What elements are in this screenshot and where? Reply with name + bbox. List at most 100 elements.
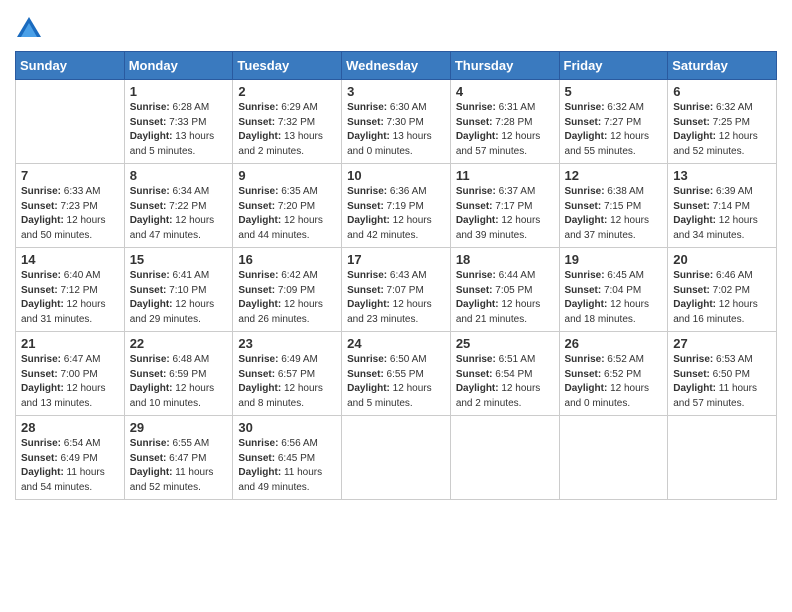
calendar-cell: 9 Sunrise: 6:35 AMSunset: 7:20 PMDaylight… bbox=[233, 164, 342, 248]
day-info: Sunrise: 6:45 AMSunset: 7:04 PMDaylight:… bbox=[565, 269, 663, 327]
weekday-header-saturday: Saturday bbox=[668, 52, 777, 80]
day-info: Sunrise: 6:49 AMSunset: 6:57 PMDaylight:… bbox=[238, 353, 336, 411]
day-info: Sunrise: 6:43 AMSunset: 7:07 PMDaylight:… bbox=[347, 269, 445, 327]
calendar-cell: 4 Sunrise: 6:31 AMSunset: 7:28 PMDaylight… bbox=[450, 80, 559, 164]
calendar-cell: 24Sunrise: 6:50 AMSunset: 6:55 PMDayligh… bbox=[342, 332, 451, 416]
day-number: 14 bbox=[21, 252, 119, 267]
calendar-cell: 5 Sunrise: 6:32 AMSunset: 7:27 PMDaylight… bbox=[559, 80, 668, 164]
day-number: 13 bbox=[673, 168, 771, 183]
calendar-cell: 8 Sunrise: 6:34 AMSunset: 7:22 PMDaylight… bbox=[124, 164, 233, 248]
day-info: Sunrise: 6:36 AMSunset: 7:19 PMDaylight:… bbox=[347, 185, 445, 243]
calendar-cell: 28 Sunrise: 6:54 AMSunset: 6:49 PMDayligh… bbox=[16, 416, 125, 500]
calendar-header-row: SundayMondayTuesdayWednesdayThursdayFrid… bbox=[16, 52, 777, 80]
day-number: 3 bbox=[347, 84, 445, 99]
day-number: 12 bbox=[565, 168, 663, 183]
calendar: SundayMondayTuesdayWednesdayThursdayFrid… bbox=[15, 51, 777, 500]
day-info: Sunrise: 6:32 AMSunset: 7:27 PMDaylight:… bbox=[565, 101, 663, 159]
calendar-cell bbox=[16, 80, 125, 164]
day-number: 30 bbox=[238, 420, 336, 435]
calendar-cell: 11 Sunrise: 6:37 AMSunset: 7:17 PMDayligh… bbox=[450, 164, 559, 248]
day-info: Sunrise: 6:37 AMSunset: 7:17 PMDaylight:… bbox=[456, 185, 554, 243]
day-number: 29 bbox=[130, 420, 228, 435]
calendar-cell: 26 Sunrise: 6:52 AMSunset: 6:52 PMDayligh… bbox=[559, 332, 668, 416]
day-info: Sunrise: 6:55 AMSunset: 6:47 PMDaylight:… bbox=[130, 437, 228, 495]
calendar-cell bbox=[342, 416, 451, 500]
page-header bbox=[15, 10, 777, 43]
calendar-cell: 3 Sunrise: 6:30 AMSunset: 7:30 PMDaylight… bbox=[342, 80, 451, 164]
day-number: 1 bbox=[130, 84, 228, 99]
day-info: Sunrise: 6:35 AMSunset: 7:20 PMDaylight:… bbox=[238, 185, 336, 243]
calendar-cell: 27 Sunrise: 6:53 AMSunset: 6:50 PMDayligh… bbox=[668, 332, 777, 416]
week-row-2: 7Sunrise: 6:33 AMSunset: 7:23 PMDaylight… bbox=[16, 164, 777, 248]
calendar-cell: 18Sunrise: 6:44 AMSunset: 7:05 PMDayligh… bbox=[450, 248, 559, 332]
calendar-cell: 15 Sunrise: 6:41 AMSunset: 7:10 PMDayligh… bbox=[124, 248, 233, 332]
calendar-cell: 19Sunrise: 6:45 AMSunset: 7:04 PMDayligh… bbox=[559, 248, 668, 332]
day-info: Sunrise: 6:30 AMSunset: 7:30 PMDaylight:… bbox=[347, 101, 445, 159]
day-info: Sunrise: 6:54 AMSunset: 6:49 PMDaylight:… bbox=[21, 437, 119, 495]
day-number: 15 bbox=[130, 252, 228, 267]
weekday-header-friday: Friday bbox=[559, 52, 668, 80]
calendar-cell: 14 Sunrise: 6:40 AMSunset: 7:12 PMDayligh… bbox=[16, 248, 125, 332]
calendar-cell: 6Sunrise: 6:32 AMSunset: 7:25 PMDaylight… bbox=[668, 80, 777, 164]
calendar-cell: 20 Sunrise: 6:46 AMSunset: 7:02 PMDayligh… bbox=[668, 248, 777, 332]
day-info: Sunrise: 6:52 AMSunset: 6:52 PMDaylight:… bbox=[565, 353, 663, 411]
weekday-header-wednesday: Wednesday bbox=[342, 52, 451, 80]
day-info: Sunrise: 6:34 AMSunset: 7:22 PMDaylight:… bbox=[130, 185, 228, 243]
calendar-cell: 17 Sunrise: 6:43 AMSunset: 7:07 PMDayligh… bbox=[342, 248, 451, 332]
weekday-header-monday: Monday bbox=[124, 52, 233, 80]
day-info: Sunrise: 6:44 AMSunset: 7:05 PMDaylight:… bbox=[456, 269, 554, 327]
day-info: Sunrise: 6:53 AMSunset: 6:50 PMDaylight:… bbox=[673, 353, 771, 411]
day-number: 27 bbox=[673, 336, 771, 351]
day-number: 24 bbox=[347, 336, 445, 351]
day-info: Sunrise: 6:28 AMSunset: 7:33 PMDaylight:… bbox=[130, 101, 228, 159]
day-number: 28 bbox=[21, 420, 119, 435]
day-number: 2 bbox=[238, 84, 336, 99]
day-number: 23 bbox=[238, 336, 336, 351]
day-number: 5 bbox=[565, 84, 663, 99]
day-number: 17 bbox=[347, 252, 445, 267]
day-number: 7 bbox=[21, 168, 119, 183]
weekday-header-thursday: Thursday bbox=[450, 52, 559, 80]
calendar-cell bbox=[450, 416, 559, 500]
day-number: 22 bbox=[130, 336, 228, 351]
day-info: Sunrise: 6:47 AMSunset: 7:00 PMDaylight:… bbox=[21, 353, 119, 411]
day-info: Sunrise: 6:40 AMSunset: 7:12 PMDaylight:… bbox=[21, 269, 119, 327]
calendar-cell: 25 Sunrise: 6:51 AMSunset: 6:54 PMDayligh… bbox=[450, 332, 559, 416]
day-number: 11 bbox=[456, 168, 554, 183]
calendar-cell: 22 Sunrise: 6:48 AMSunset: 6:59 PMDayligh… bbox=[124, 332, 233, 416]
day-number: 9 bbox=[238, 168, 336, 183]
calendar-cell: 29 Sunrise: 6:55 AMSunset: 6:47 PMDayligh… bbox=[124, 416, 233, 500]
calendar-cell: 7Sunrise: 6:33 AMSunset: 7:23 PMDaylight… bbox=[16, 164, 125, 248]
weekday-header-sunday: Sunday bbox=[16, 52, 125, 80]
calendar-cell: 16Sunrise: 6:42 AMSunset: 7:09 PMDayligh… bbox=[233, 248, 342, 332]
day-info: Sunrise: 6:39 AMSunset: 7:14 PMDaylight:… bbox=[673, 185, 771, 243]
day-info: Sunrise: 6:51 AMSunset: 6:54 PMDaylight:… bbox=[456, 353, 554, 411]
calendar-cell: 13 Sunrise: 6:39 AMSunset: 7:14 PMDayligh… bbox=[668, 164, 777, 248]
calendar-cell: 12Sunrise: 6:38 AMSunset: 7:15 PMDayligh… bbox=[559, 164, 668, 248]
day-info: Sunrise: 6:46 AMSunset: 7:02 PMDaylight:… bbox=[673, 269, 771, 327]
calendar-cell: 21 Sunrise: 6:47 AMSunset: 7:00 PMDayligh… bbox=[16, 332, 125, 416]
day-info: Sunrise: 6:32 AMSunset: 7:25 PMDaylight:… bbox=[673, 101, 771, 159]
day-info: Sunrise: 6:48 AMSunset: 6:59 PMDaylight:… bbox=[130, 353, 228, 411]
logo bbox=[15, 15, 47, 43]
logo-icon bbox=[15, 15, 43, 43]
day-number: 4 bbox=[456, 84, 554, 99]
week-row-4: 21 Sunrise: 6:47 AMSunset: 7:00 PMDayligh… bbox=[16, 332, 777, 416]
day-number: 10 bbox=[347, 168, 445, 183]
week-row-3: 14 Sunrise: 6:40 AMSunset: 7:12 PMDayligh… bbox=[16, 248, 777, 332]
calendar-cell bbox=[559, 416, 668, 500]
day-info: Sunrise: 6:42 AMSunset: 7:09 PMDaylight:… bbox=[238, 269, 336, 327]
day-info: Sunrise: 6:31 AMSunset: 7:28 PMDaylight:… bbox=[456, 101, 554, 159]
day-info: Sunrise: 6:41 AMSunset: 7:10 PMDaylight:… bbox=[130, 269, 228, 327]
day-number: 26 bbox=[565, 336, 663, 351]
calendar-cell: 23 Sunrise: 6:49 AMSunset: 6:57 PMDayligh… bbox=[233, 332, 342, 416]
day-number: 25 bbox=[456, 336, 554, 351]
day-info: Sunrise: 6:29 AMSunset: 7:32 PMDaylight:… bbox=[238, 101, 336, 159]
day-number: 21 bbox=[21, 336, 119, 351]
calendar-cell: 1 Sunrise: 6:28 AMSunset: 7:33 PMDaylight… bbox=[124, 80, 233, 164]
week-row-1: 1 Sunrise: 6:28 AMSunset: 7:33 PMDaylight… bbox=[16, 80, 777, 164]
day-number: 20 bbox=[673, 252, 771, 267]
day-info: Sunrise: 6:56 AMSunset: 6:45 PMDaylight:… bbox=[238, 437, 336, 495]
day-number: 8 bbox=[130, 168, 228, 183]
calendar-cell: 30 Sunrise: 6:56 AMSunset: 6:45 PMDayligh… bbox=[233, 416, 342, 500]
